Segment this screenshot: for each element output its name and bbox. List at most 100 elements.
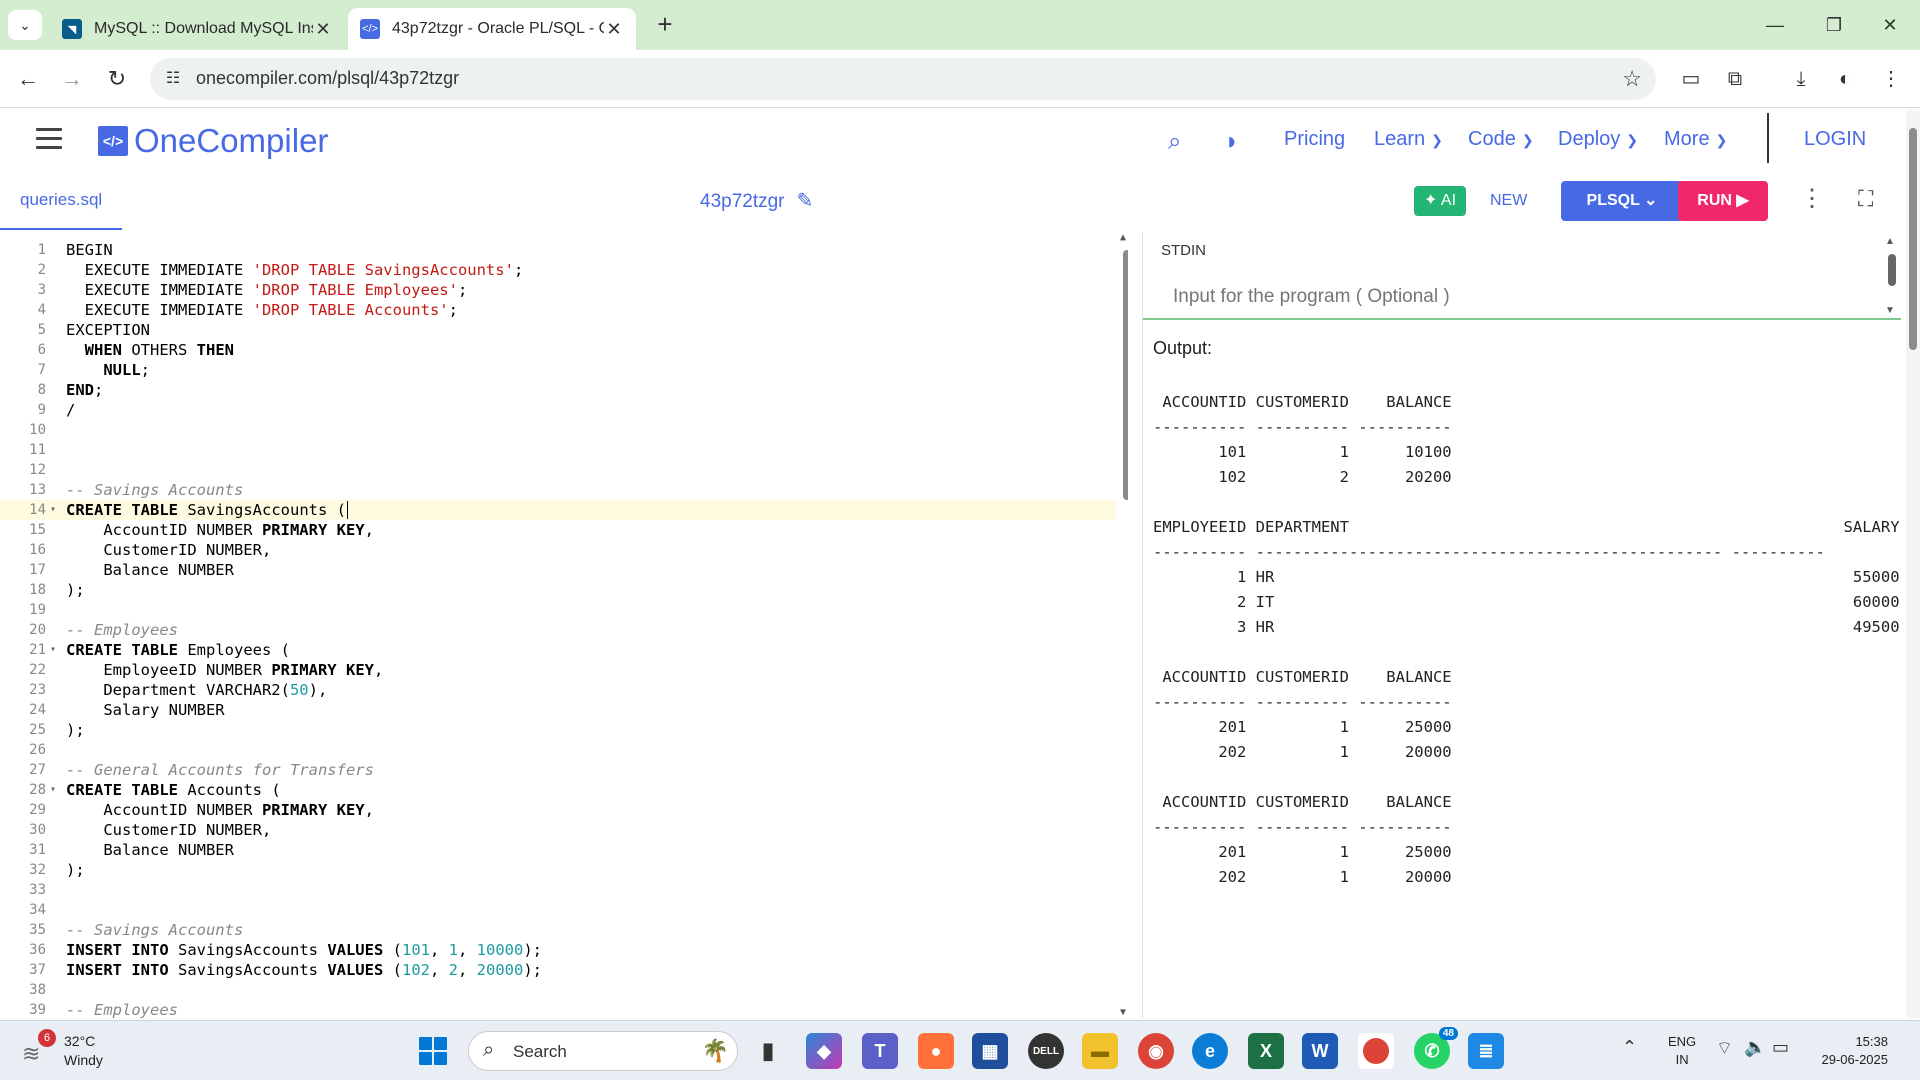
code-line[interactable]: 31 Balance NUMBER <box>0 840 1116 860</box>
menu-dots-icon[interactable]: ⋮ <box>1876 64 1906 94</box>
whatsapp-icon[interactable]: ✆ 48 <box>1414 1027 1458 1069</box>
code-line[interactable]: 38 <box>0 980 1116 1000</box>
code-line[interactable]: 21 ▾ CREATE TABLE Employees ( <box>0 640 1116 660</box>
language-indicator[interactable]: ENG IN <box>1668 1033 1696 1069</box>
code-line[interactable]: 22 EmployeeID NUMBER PRIMARY KEY, <box>0 660 1116 680</box>
search-icon[interactable]: ⌕ <box>1168 128 1181 156</box>
code-line[interactable]: 10 <box>0 420 1116 440</box>
code-text[interactable]: CREATE TABLE Accounts ( <box>66 780 281 800</box>
code-line[interactable]: 26 <box>0 740 1116 760</box>
scroll-up-icon[interactable]: ▲ <box>1885 236 1895 247</box>
nav-deploy[interactable]: Deploy ❯ <box>1558 128 1638 151</box>
editor-scrollbar[interactable]: ▲ ▼ <box>1120 232 1128 1018</box>
extensions-icon[interactable]: ⧉ <box>1720 64 1750 94</box>
code-text[interactable]: -- Savings Accounts <box>66 920 243 940</box>
code-line[interactable]: 24 Salary NUMBER <box>0 700 1116 720</box>
code-text[interactable]: / <box>66 400 75 420</box>
code-line[interactable]: 33 <box>0 880 1116 900</box>
code-line[interactable]: 9/ <box>0 400 1116 420</box>
fold-toggle-icon[interactable]: ▾ <box>50 640 56 660</box>
code-line[interactable]: 11 <box>0 440 1116 460</box>
windows-start-icon[interactable] <box>419 1037 447 1065</box>
teams-icon[interactable]: T <box>862 1033 898 1069</box>
code-text[interactable]: ); <box>66 860 85 880</box>
store-icon[interactable]: ▦ <box>972 1033 1008 1069</box>
code-line[interactable]: 29 AccountID NUMBER PRIMARY KEY, <box>0 800 1116 820</box>
excel-icon[interactable]: X <box>1248 1033 1284 1069</box>
code-text[interactable]: CREATE TABLE SavingsAccounts ( <box>66 500 348 520</box>
run-button[interactable]: RUN ▶ <box>1678 181 1768 221</box>
fold-toggle-icon[interactable]: ▾ <box>50 500 56 520</box>
code-editor[interactable]: 1 BEGIN 2 EXECUTE IMMEDIATE 'DROP TABLE Sa… <box>0 232 1128 1018</box>
restore-button[interactable]: ❐ <box>1814 8 1854 42</box>
more-options-icon[interactable]: ⋮ <box>1800 184 1824 213</box>
code-line[interactable]: 23 Department VARCHAR2(50), <box>0 680 1116 700</box>
new-tab-button[interactable]: + <box>650 10 680 40</box>
code-line[interactable]: 32); <box>0 860 1116 880</box>
code-text[interactable]: EmployeeID NUMBER PRIMARY KEY, <box>66 660 383 680</box>
code-text[interactable]: WHEN OTHERS THEN <box>66 340 234 360</box>
code-line[interactable]: 27 -- General Accounts for Transfers <box>0 760 1116 780</box>
code-text[interactable]: -- Employees <box>66 1000 178 1018</box>
profile-avatar[interactable]: ◐ <box>1830 64 1860 94</box>
code-text[interactable]: Department VARCHAR2(50), <box>66 680 327 700</box>
code-text[interactable]: Balance NUMBER <box>66 840 234 860</box>
language-select[interactable]: PLSQL ⌄ <box>1561 181 1683 221</box>
bookmark-star-icon[interactable]: ☆ <box>1622 66 1642 92</box>
code-line[interactable]: 12 <box>0 460 1116 480</box>
download-icon[interactable]: ⤓ <box>1786 64 1816 94</box>
nav-learn[interactable]: Learn ❯ <box>1374 128 1443 151</box>
code-text[interactable]: BEGIN <box>66 240 113 260</box>
code-text[interactable]: EXECUTE IMMEDIATE 'DROP TABLE Accounts'; <box>66 300 458 320</box>
stdin-input[interactable] <box>1173 286 1873 308</box>
word-icon[interactable]: W <box>1302 1033 1338 1069</box>
code-line[interactable]: 30 CustomerID NUMBER, <box>0 820 1116 840</box>
file-explorer-icon[interactable]: ▬ <box>1082 1033 1118 1069</box>
code-line[interactable]: 6 WHEN OTHERS THEN <box>0 340 1116 360</box>
code-text[interactable]: AccountID NUMBER PRIMARY KEY, <box>66 800 374 820</box>
code-line[interactable]: 14 ▾ CREATE TABLE SavingsAccounts ( <box>0 500 1116 520</box>
code-text[interactable]: -- General Accounts for Transfers <box>66 760 374 780</box>
page-scroll-thumb[interactable] <box>1909 128 1917 350</box>
fold-toggle-icon[interactable]: ▾ <box>50 780 56 800</box>
minimize-button[interactable]: — <box>1755 8 1795 42</box>
notepad-icon[interactable]: ≣ <box>1468 1033 1504 1069</box>
browser-tab-mysql[interactable]: ◥ MySQL :: Download MySQL Inst ✕ <box>50 8 345 50</box>
code-text[interactable]: Balance NUMBER <box>66 560 234 580</box>
reload-icon[interactable]: ↻ <box>101 63 133 95</box>
code-line[interactable]: 8 END; <box>0 380 1116 400</box>
code-text[interactable]: END; <box>66 380 103 400</box>
scroll-down-icon[interactable]: ▼ <box>1885 305 1895 316</box>
taskbar-search[interactable]: ⌕ Search 🌴 <box>468 1031 738 1071</box>
chevron-up-icon[interactable]: ⌃ <box>1622 1037 1637 1058</box>
scroll-up-icon[interactable]: ▲ <box>1120 232 1126 243</box>
firefox-icon[interactable]: ● <box>918 1033 954 1069</box>
code-text[interactable]: NULL; <box>66 360 150 380</box>
url-bar[interactable]: ☷ onecompiler.com/plsql/43p72tzgr ☆ <box>150 58 1656 100</box>
code-text[interactable]: EXCEPTION <box>66 320 150 340</box>
back-icon[interactable]: ← <box>12 63 44 95</box>
code-line[interactable]: 39 -- Employees <box>0 1000 1116 1018</box>
volume-icon[interactable]: 🔈 <box>1744 1037 1766 1058</box>
code-line[interactable]: 1 BEGIN <box>0 240 1116 260</box>
code-line[interactable]: 28 ▾ CREATE TABLE Accounts ( <box>0 780 1116 800</box>
copilot-icon[interactable]: ◆ <box>806 1033 842 1069</box>
code-text[interactable]: Salary NUMBER <box>66 700 224 720</box>
code-line[interactable]: 25); <box>0 720 1116 740</box>
code-line[interactable]: 2 EXECUTE IMMEDIATE 'DROP TABLE SavingsA… <box>0 260 1116 280</box>
chrome-icon[interactable]: ◉ <box>1138 1033 1174 1069</box>
code-line[interactable]: 13 -- Savings Accounts <box>0 480 1116 500</box>
code-text[interactable]: INSERT INTO SavingsAccounts VALUES (102,… <box>66 960 542 980</box>
code-text[interactable]: INSERT INTO SavingsAccounts VALUES (101,… <box>66 940 542 960</box>
code-text[interactable]: -- Savings Accounts <box>66 480 243 500</box>
fullscreen-icon[interactable]: ⛶ <box>1858 186 1873 212</box>
wifi-icon[interactable]: ⌔ <box>1716 1037 1733 1060</box>
code-line[interactable]: 5 EXCEPTION <box>0 320 1116 340</box>
nav-pricing[interactable]: Pricing <box>1284 128 1345 151</box>
page-scrollbar[interactable] <box>1906 110 1920 1018</box>
code-line[interactable]: 18); <box>0 580 1116 600</box>
logo[interactable]: </> OneCompiler <box>98 122 328 160</box>
code-text[interactable]: AccountID NUMBER PRIMARY KEY, <box>66 520 374 540</box>
editor-scroll-thumb[interactable] <box>1123 250 1128 500</box>
file-tab-queries[interactable]: queries.sql <box>0 178 123 230</box>
